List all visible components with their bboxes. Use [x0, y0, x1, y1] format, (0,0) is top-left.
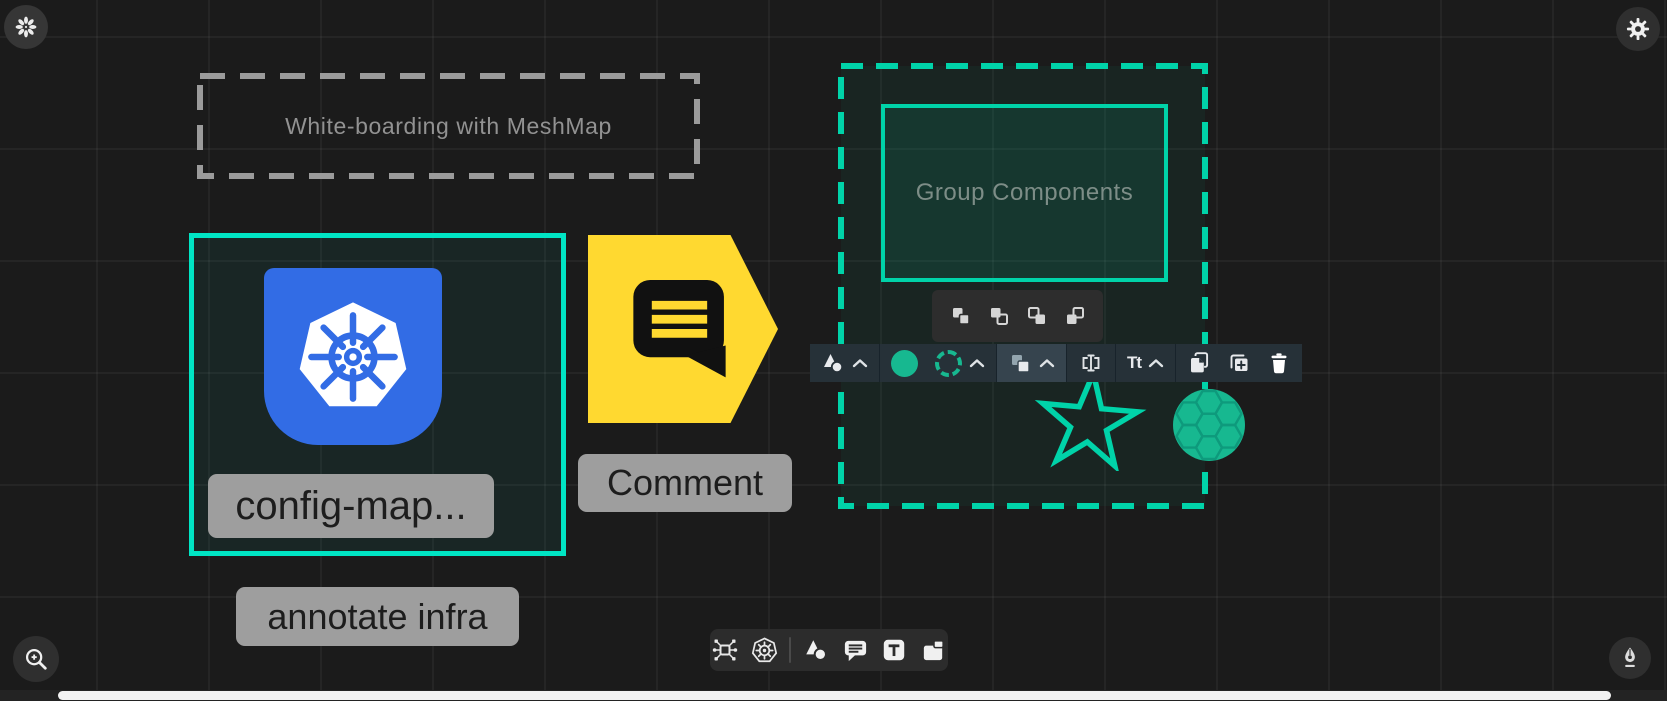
delete-button[interactable] [1267, 351, 1291, 375]
chevron-up-icon[interactable] [969, 358, 985, 368]
dock-toolbar: T [710, 629, 948, 671]
width-cursor-icon [1078, 351, 1104, 375]
layers-icon [1008, 351, 1032, 375]
typography-button[interactable]: Tt [1116, 344, 1175, 382]
fill-and-border-section [880, 344, 996, 382]
zoom-in-button[interactable] [13, 636, 59, 682]
meshery-logo-icon [13, 14, 39, 40]
chevron-up-icon [1148, 358, 1164, 368]
copy-button[interactable] [1187, 351, 1211, 375]
send-backward-icon [949, 304, 973, 328]
send-to-back-icon [1063, 304, 1087, 328]
gear-icon [1625, 16, 1651, 42]
dock-divider [789, 637, 791, 663]
shapes-icon [803, 638, 829, 662]
chevron-up-icon [1039, 358, 1055, 368]
annotation-text-label[interactable]: annotate infra [236, 587, 519, 646]
layer-order-popup [932, 290, 1103, 342]
comment-tool-button[interactable] [841, 636, 869, 664]
chevron-up-icon [852, 358, 868, 368]
duplicate-button[interactable] [1227, 351, 1251, 375]
sticky-note-tool-button[interactable] [919, 636, 947, 664]
fill-color-button[interactable] [891, 350, 918, 377]
bring-to-front-icon [987, 304, 1011, 328]
comment-shape-label[interactable]: Comment [578, 454, 792, 512]
clipboard-section [1176, 344, 1302, 382]
shapes-icon [821, 352, 845, 374]
shape-style-button[interactable] [810, 344, 879, 382]
pen-nib-icon [1617, 645, 1643, 671]
settings-button[interactable] [1616, 7, 1660, 51]
context-toolbar: Tt [810, 344, 1302, 382]
shapes-tool-button[interactable] [802, 636, 830, 664]
border-style-button[interactable] [935, 350, 962, 377]
text-icon [881, 637, 907, 663]
group-components-shape[interactable]: Group Components [881, 104, 1168, 282]
sticky-note-icon [920, 637, 947, 664]
comment-shape[interactable] [588, 235, 778, 423]
whiteboard-note-shape[interactable]: White-boarding with MeshMap [197, 73, 700, 179]
meshery-menu-button[interactable] [4, 5, 48, 49]
group-components-label: Group Components [916, 179, 1133, 207]
whiteboard-note-text: White-boarding with MeshMap [197, 73, 700, 179]
speech-bubble-icon [628, 275, 736, 379]
bring-forward-icon [1025, 304, 1049, 328]
kubernetes-icon[interactable] [264, 268, 442, 445]
comment-icon [842, 637, 869, 664]
pen-tool-button[interactable] [1609, 637, 1651, 679]
kubernetes-tool-button[interactable] [750, 636, 778, 664]
mesh-components-button[interactable] [711, 636, 739, 664]
text-tool-button[interactable]: T [880, 636, 908, 664]
zoom-in-icon [23, 646, 49, 672]
horizontal-scrollbar-thumb[interactable] [58, 691, 1611, 700]
hexagon-mesh-circle-shape[interactable] [1172, 388, 1246, 462]
star-shape[interactable] [1029, 371, 1151, 471]
resize-width-button[interactable] [1067, 344, 1115, 382]
whiteboard-canvas[interactable]: White-boarding with MeshMap Group Compon… [0, 0, 1667, 701]
layer-order-button[interactable] [997, 344, 1066, 382]
send-to-back-button[interactable] [1063, 304, 1087, 328]
mesh-components-icon [711, 636, 739, 664]
bring-to-front-button[interactable] [987, 304, 1011, 328]
node-name-label[interactable]: config-map... [208, 474, 494, 538]
send-backward-button[interactable] [949, 304, 973, 328]
typography-label: Tt [1127, 353, 1141, 373]
kubernetes-wheel-icon [751, 637, 778, 664]
bring-forward-button[interactable] [1025, 304, 1049, 328]
